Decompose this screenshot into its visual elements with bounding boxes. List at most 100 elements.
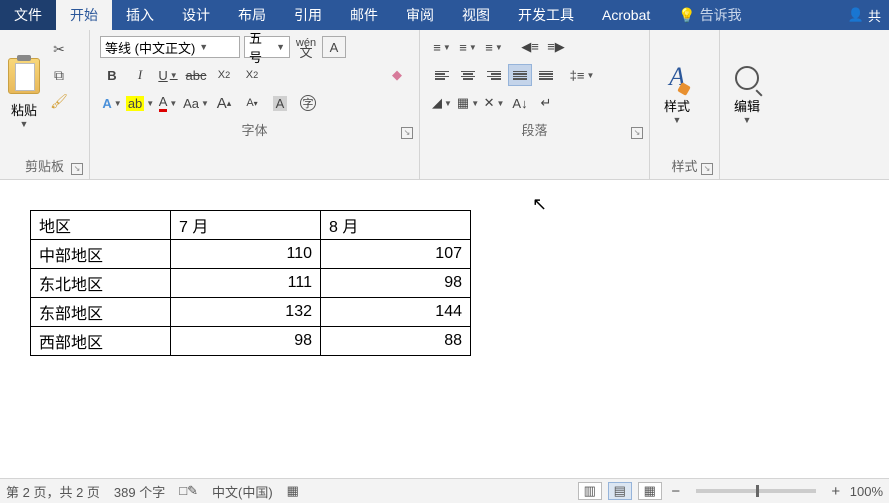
text-effects-button[interactable]: A▼ [100, 92, 124, 114]
italic-button[interactable]: I [128, 64, 152, 86]
macro-button[interactable]: ▦ [287, 483, 299, 499]
tab-acrobat[interactable]: Acrobat [588, 0, 664, 30]
paste-button[interactable]: 粘贴 ▼ [4, 32, 44, 154]
align-right-button[interactable] [482, 64, 506, 86]
language-indicator[interactable]: 中文(中国) [212, 482, 273, 501]
tab-view[interactable]: 视图 [448, 0, 504, 30]
char-shading-button[interactable]: A [268, 92, 292, 114]
data-table[interactable]: 地区 7 月 8 月 中部地区 110 107 东北地区 111 98 东部地区… [30, 210, 471, 356]
change-case-button[interactable]: Aa▼ [184, 92, 208, 114]
table-row[interactable]: 东部地区 132 144 [31, 298, 471, 327]
table-header[interactable]: 7 月 [171, 211, 321, 240]
zoom-in-button[interactable]: + [828, 483, 844, 500]
editing-button[interactable]: 编辑 ▼ [724, 32, 770, 158]
paste-icon [8, 58, 40, 94]
align-justify-icon [513, 71, 527, 80]
borders-button[interactable]: ▦▼ [456, 92, 480, 114]
table-cell[interactable]: 东部地区 [31, 298, 171, 327]
table-header[interactable]: 地区 [31, 211, 171, 240]
bold-button[interactable]: B [100, 64, 124, 86]
shading-button[interactable]: ◢▼ [430, 92, 454, 114]
table-row[interactable]: 东北地区 111 98 [31, 269, 471, 298]
table-cell[interactable]: 111 [171, 269, 321, 298]
table-cell[interactable]: 西部地区 [31, 327, 171, 356]
spellcheck-button[interactable]: □✎ [179, 483, 198, 499]
table-cell[interactable]: 110 [171, 240, 321, 269]
copy-button[interactable]: ⧉ [48, 66, 70, 84]
table-row[interactable]: 西部地区 98 88 [31, 327, 471, 356]
table-row[interactable]: 中部地区 110 107 [31, 240, 471, 269]
char-border-button[interactable]: A [322, 36, 346, 58]
grow-font-button[interactable]: A▴ [212, 92, 236, 114]
lightbulb-icon: 💡 [678, 7, 695, 24]
zoom-out-button[interactable]: − [668, 483, 684, 500]
align-distribute-button[interactable] [534, 64, 558, 86]
tab-home[interactable]: 开始 [56, 0, 112, 30]
tab-insert[interactable]: 插入 [112, 0, 168, 30]
read-icon: ▥ [584, 483, 596, 499]
increase-indent-button[interactable]: ≡▶ [544, 36, 568, 58]
table-row[interactable]: 地区 7 月 8 月 [31, 211, 471, 240]
tab-developer[interactable]: 开发工具 [504, 0, 588, 30]
word-count[interactable]: 389 个字 [114, 482, 165, 501]
bullets-button[interactable]: ≡▼ [430, 36, 454, 58]
zoom-slider[interactable] [696, 489, 816, 493]
decrease-indent-button[interactable]: ◀≡ [518, 36, 542, 58]
table-cell[interactable]: 98 [321, 269, 471, 298]
read-mode-button[interactable]: ▥ [578, 482, 602, 500]
tab-mailings[interactable]: 邮件 [336, 0, 392, 30]
shrink-font-button[interactable]: A▾ [240, 92, 264, 114]
show-marks-button[interactable]: ↵ [534, 92, 558, 114]
table-cell[interactable]: 98 [171, 327, 321, 356]
magnifier-icon [735, 66, 759, 90]
clear-format-button[interactable]: ◆ [385, 64, 409, 86]
styles-launcher[interactable]: ↘ [701, 163, 713, 175]
underline-button[interactable]: U▼ [156, 64, 180, 86]
align-center-button[interactable] [456, 64, 480, 86]
enclosed-char-button[interactable]: 字 [296, 92, 320, 114]
table-header[interactable]: 8 月 [321, 211, 471, 240]
numbering-button[interactable]: ≡▼ [456, 36, 480, 58]
table-cell[interactable]: 107 [321, 240, 471, 269]
styles-group-label: 样式 [671, 159, 697, 174]
font-color-button[interactable]: A▼ [156, 92, 180, 114]
print-layout-button[interactable]: ▤ [608, 482, 632, 500]
document-area[interactable]: ↖ 地区 7 月 8 月 中部地区 110 107 东北地区 111 98 东部… [0, 180, 889, 478]
tab-layout[interactable]: 布局 [224, 0, 280, 30]
table-cell[interactable]: 132 [171, 298, 321, 327]
phonetic-guide-button[interactable]: wén文 [294, 36, 318, 58]
table-cell[interactable]: 88 [321, 327, 471, 356]
table-cell[interactable]: 中部地区 [31, 240, 171, 269]
font-launcher[interactable]: ↘ [401, 127, 413, 139]
clipboard-launcher[interactable]: ↘ [71, 163, 83, 175]
font-size-combo[interactable]: 五号▼ [244, 36, 290, 58]
format-painter-button[interactable]: 🖌 [48, 92, 70, 110]
font-name-combo[interactable]: 等线 (中文正文)▼ [100, 36, 240, 58]
share-button[interactable]: 👤共 [840, 0, 889, 30]
chevron-down-icon: ▼ [743, 115, 752, 125]
tab-design[interactable]: 设计 [168, 0, 224, 30]
styles-icon: A [669, 61, 685, 92]
page-indicator[interactable]: 第 2 页，共 2 页 [6, 482, 100, 501]
tab-file[interactable]: 文件 [0, 0, 56, 30]
align-justify-button[interactable] [508, 64, 532, 86]
asian-layout-button[interactable]: ✕▼ [482, 92, 506, 114]
line-spacing-button[interactable]: ‡≡▼ [570, 64, 594, 86]
web-layout-button[interactable]: ▦ [638, 482, 662, 500]
sort-button[interactable]: A↓ [508, 92, 532, 114]
multilevel-button[interactable]: ≡▼ [482, 36, 506, 58]
strikethrough-button[interactable]: abc [184, 64, 208, 86]
styles-button[interactable]: A 样式 ▼ [654, 32, 700, 154]
tab-review[interactable]: 审阅 [392, 0, 448, 30]
cut-button[interactable]: ✂ [48, 40, 70, 58]
highlight-button[interactable]: ab▼ [128, 92, 152, 114]
table-cell[interactable]: 144 [321, 298, 471, 327]
align-left-button[interactable] [430, 64, 454, 86]
zoom-level[interactable]: 100% [850, 484, 883, 499]
subscript-button[interactable]: X2 [212, 64, 236, 86]
tab-references[interactable]: 引用 [280, 0, 336, 30]
paragraph-launcher[interactable]: ↘ [631, 127, 643, 139]
tell-me[interactable]: 💡告诉我 [664, 0, 755, 30]
superscript-button[interactable]: X2 [240, 64, 264, 86]
table-cell[interactable]: 东北地区 [31, 269, 171, 298]
